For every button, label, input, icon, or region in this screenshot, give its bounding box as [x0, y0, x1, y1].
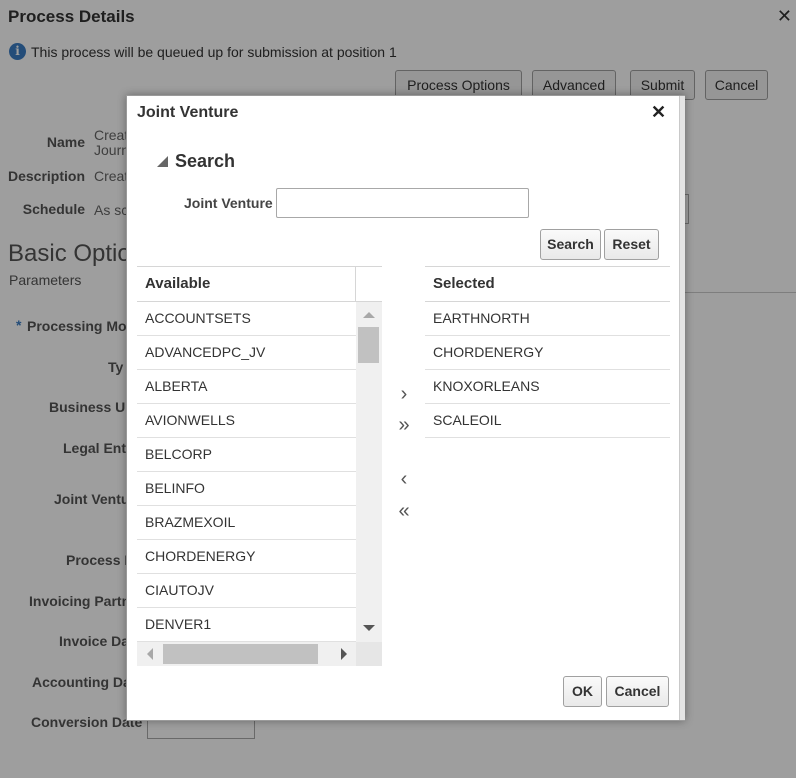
list-item[interactable]: EARTHNORTH — [425, 302, 670, 336]
scroll-up-icon[interactable] — [363, 312, 375, 318]
move-right-icon[interactable]: › — [393, 383, 415, 406]
joint-venture-dialog: Joint Venture ✕ Search Joint Venture Sea… — [126, 95, 685, 721]
reset-button[interactable]: Reset — [604, 229, 659, 260]
selected-rows: EARTHNORTH CHORDENERGY KNOXORLEANS SCALE… — [425, 302, 670, 438]
ok-button[interactable]: OK — [563, 676, 602, 707]
list-item[interactable]: ALBERTA — [137, 370, 356, 404]
scroll-corner — [356, 642, 382, 666]
search-section-toggle[interactable]: Search — [157, 151, 235, 172]
list-item[interactable]: BELINFO — [137, 472, 356, 506]
list-item[interactable]: CHORDENERGY — [425, 336, 670, 370]
available-rows: ACCOUNTSETS ADVANCEDPC_JV ALBERTA AVIONW… — [137, 302, 356, 642]
horizontal-scrollbar[interactable] — [137, 642, 382, 666]
list-item[interactable]: ADVANCEDPC_JV — [137, 336, 356, 370]
dialog-title: Joint Venture — [137, 104, 239, 121]
close-icon[interactable]: ✕ — [651, 102, 666, 123]
move-all-left-icon[interactable]: « — [393, 500, 415, 523]
collapse-triangle-icon — [157, 156, 168, 167]
scroll-thumb[interactable] — [358, 327, 379, 363]
list-item[interactable]: CHORDENERGY — [137, 540, 356, 574]
list-item[interactable]: DENVER1 — [137, 608, 356, 642]
list-item[interactable]: BRAZMEXOIL — [137, 506, 356, 540]
scroll-right-icon[interactable] — [341, 648, 347, 660]
available-list: Available ACCOUNTSETS ADVANCEDPC_JV ALBE… — [137, 266, 382, 666]
joint-venture-input[interactable] — [276, 188, 529, 218]
scroll-left-icon[interactable] — [147, 648, 153, 660]
list-item[interactable]: ACCOUNTSETS — [137, 302, 356, 336]
list-item[interactable]: SCALEOIL — [425, 404, 670, 438]
move-all-right-icon[interactable]: » — [393, 414, 415, 437]
list-item[interactable]: CIAUTOJV — [137, 574, 356, 608]
available-header: Available — [137, 266, 382, 302]
scroll-thumb[interactable] — [163, 644, 318, 664]
selected-header: Selected — [425, 266, 670, 302]
scroll-down-icon[interactable] — [363, 625, 375, 631]
list-item[interactable]: BELCORP — [137, 438, 356, 472]
joint-venture-label: Joint Venture — [184, 195, 273, 211]
search-button[interactable]: Search — [540, 229, 601, 260]
dialog-scrollbar[interactable] — [679, 96, 685, 720]
move-left-icon[interactable]: ‹ — [393, 468, 415, 491]
search-header: Search — [175, 151, 236, 171]
header-divider — [355, 266, 356, 302]
list-item[interactable]: KNOXORLEANS — [425, 370, 670, 404]
cancel-button[interactable]: Cancel — [606, 676, 669, 707]
list-item[interactable]: AVIONWELLS — [137, 404, 356, 438]
vertical-scrollbar[interactable] — [356, 302, 382, 642]
